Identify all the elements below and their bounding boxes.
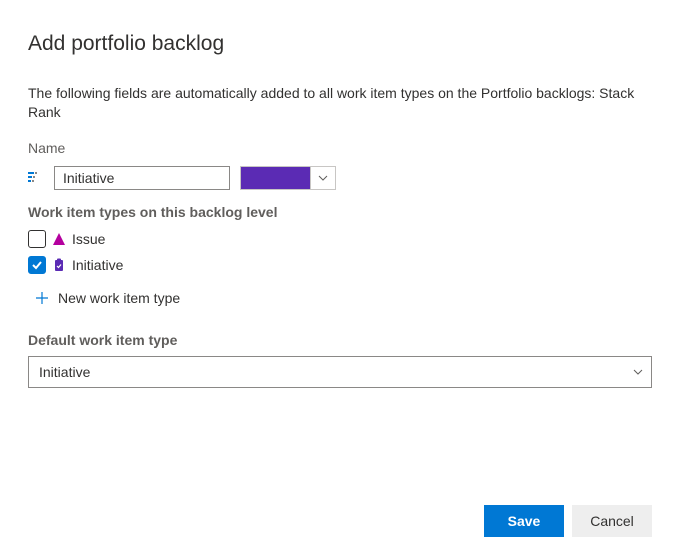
cancel-button[interactable]: Cancel [572, 505, 652, 537]
chevron-down-icon [633, 364, 643, 380]
chevron-down-icon [311, 167, 335, 189]
default-type-label: Default work item type [28, 332, 652, 348]
plus-icon [34, 290, 50, 306]
add-wit-label: New work item type [58, 290, 180, 306]
issue-icon [52, 232, 66, 246]
name-label: Name [28, 140, 652, 156]
wit-label-initiative: Initiative [72, 257, 123, 273]
wit-row-issue: Issue [28, 226, 652, 252]
add-portfolio-backlog-dialog: Add portfolio backlog The following fiel… [0, 0, 680, 555]
backlog-level-icon [28, 170, 44, 186]
checkbox-issue[interactable] [28, 230, 46, 248]
wit-label-issue: Issue [72, 231, 105, 247]
wit-section-label: Work item types on this backlog level [28, 204, 652, 220]
checkbox-initiative[interactable] [28, 256, 46, 274]
add-work-item-type-button[interactable]: New work item type [34, 286, 652, 310]
default-type-select[interactable]: Initiative [28, 356, 652, 388]
initiative-icon [52, 258, 66, 272]
dialog-title: Add portfolio backlog [28, 32, 652, 56]
name-row [28, 166, 652, 190]
color-swatch [241, 167, 311, 189]
default-type-value: Initiative [39, 364, 90, 380]
wit-row-initiative: Initiative [28, 252, 652, 278]
save-button[interactable]: Save [484, 505, 564, 537]
name-input[interactable] [54, 166, 230, 190]
color-picker[interactable] [240, 166, 336, 190]
dialog-footer: Save Cancel [484, 505, 652, 537]
dialog-description: The following fields are automatically a… [28, 84, 652, 122]
